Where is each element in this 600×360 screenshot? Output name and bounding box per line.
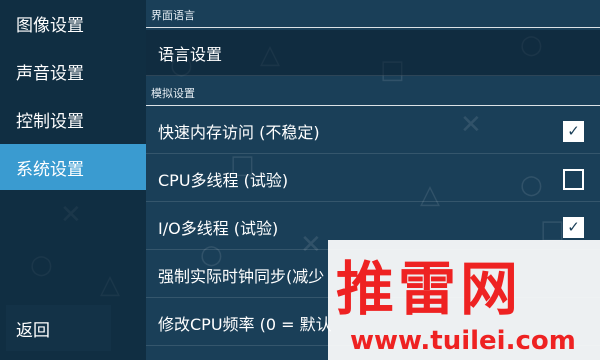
row-label: I/O多线程 (试验): [158, 218, 279, 238]
sidebar-item-graphics[interactable]: 图像设置: [0, 0, 146, 46]
cpu-multithread-row[interactable]: CPU多线程 (试验): [146, 156, 600, 202]
row-label: CPU多线程 (试验): [158, 170, 289, 190]
section-header-label: 模拟设置: [151, 86, 195, 100]
fast-memory-checkbox[interactable]: ✓: [563, 120, 584, 142]
io-multithread-checkbox[interactable]: ✓: [563, 216, 584, 238]
row-label: 修改CPU频率 (0 = 默认: [158, 314, 332, 334]
watermark-logo: 推雷网 www.tuilei.com: [328, 240, 600, 360]
sidebar-item-label: 控制设置: [16, 111, 84, 132]
watermark-title: 推雷网: [336, 255, 523, 323]
sidebar-item-controls[interactable]: 控制设置: [0, 96, 146, 142]
sidebar-item-audio[interactable]: 声音设置: [0, 48, 146, 94]
fast-memory-row[interactable]: 快速内存访问 (不稳定) ✓: [146, 108, 600, 154]
cpu-multithread-checkbox[interactable]: [563, 168, 584, 190]
language-settings-row[interactable]: 语言设置: [146, 30, 600, 76]
row-label: 强制实际时钟同步(减少: [158, 266, 325, 286]
sidebar-item-label: 图像设置: [16, 15, 84, 36]
sidebar-item-system[interactable]: 系统设置: [0, 144, 146, 190]
sidebar-item-label: 系统设置: [16, 159, 84, 180]
back-button[interactable]: 返回: [6, 305, 111, 351]
settings-sidebar: 图像设置 声音设置 控制设置 系统设置 返回: [0, 0, 146, 360]
watermark-url: www.tuilei.com: [350, 326, 576, 356]
row-label: 语言设置: [158, 44, 223, 64]
row-label: 快速内存访问 (不稳定): [158, 122, 320, 142]
section-header-label: 界面语言: [151, 8, 195, 22]
section-header-language: 界面语言: [146, 2, 600, 28]
back-button-label: 返回: [16, 320, 50, 341]
sidebar-item-label: 声音设置: [16, 63, 84, 84]
section-header-emulation: 模拟设置: [146, 80, 600, 106]
